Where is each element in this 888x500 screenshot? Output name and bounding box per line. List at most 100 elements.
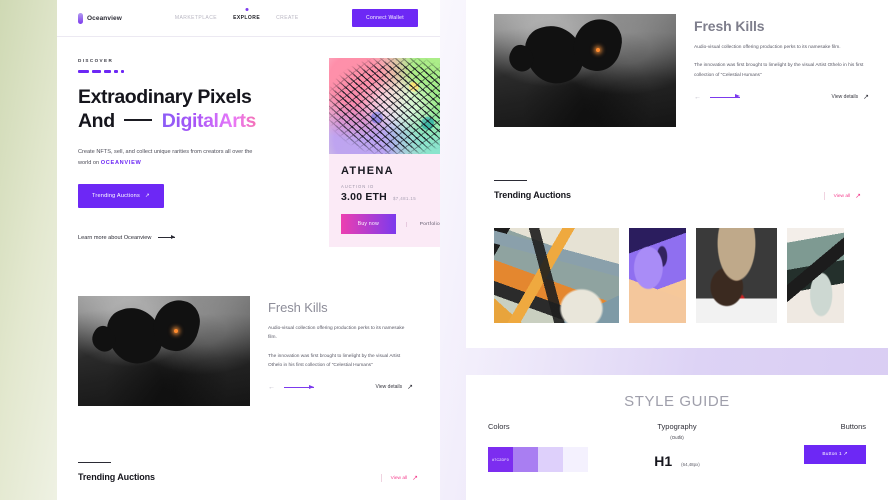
trending-auctions-row: Trending Auctions View all ↗ — [78, 472, 418, 482]
sample-button-1[interactable]: Button 1 ↗ — [804, 445, 866, 464]
view-all-link[interactable]: View all ↗ — [380, 474, 418, 482]
nav-links: Marketplace Explore Create — [175, 8, 299, 21]
feature-paragraph-1: Audio-visual collection offering product… — [268, 326, 405, 341]
headline-line-2a: And — [78, 110, 115, 133]
arrow-left-icon[interactable]: ← — [694, 94, 701, 101]
hero-copy-line-1: Create NFTS, sell, and collect unique ra… — [78, 148, 202, 155]
sample-button-1-label: Button 1 — [822, 452, 842, 457]
button-sample-wrap: Button 1 ↗ — [740, 445, 866, 464]
nft-title: ATHENA — [341, 165, 394, 177]
active-dot-icon — [245, 8, 249, 11]
view-all-link[interactable]: View all ↗ — [823, 192, 861, 200]
arrow-up-right-icon: ↗ — [855, 193, 861, 200]
trending-auctions-title: Trending Auctions — [494, 190, 571, 200]
spark-icon — [595, 47, 600, 52]
view-details-label: View details — [831, 94, 859, 101]
hero-copy: Create NFTS, sell, and collect unique ra… — [78, 147, 258, 170]
headline-line-1: Extraodinary Pixels — [78, 85, 252, 108]
feature-paragraph-2: The innovation was first brought to lime… — [268, 353, 401, 369]
nft-title-row: ATHENA ↗ — [341, 165, 440, 177]
nft-price: 3.00 ETH — [341, 191, 387, 203]
arrow-left-icon[interactable]: ← — [268, 384, 275, 391]
nft-auction-card[interactable]: ATHENA ↗ AUCTION ID 3.00 ETH $7,481.15 B… — [329, 58, 440, 247]
feature-footer: ← View details ↗ — [694, 93, 869, 102]
section-rule — [78, 462, 111, 463]
type-sample-spec: (64,48px) — [681, 462, 700, 467]
trending-auctions-row: Trending Auctions View all ↗ — [494, 190, 861, 200]
nft-card-body: ATHENA ↗ AUCTION ID 3.00 ETH $7,481.15 B… — [329, 154, 440, 247]
nft-price-usd: $7,481.15 — [392, 196, 417, 201]
trending-auctions-button[interactable]: Trending Auctions ↗ — [78, 183, 164, 208]
color-swatch — [513, 447, 538, 472]
section-rule — [494, 180, 527, 181]
right-artboard: Fresh Kills Audio-visual collection offe… — [466, 0, 888, 348]
headline-rule — [123, 118, 152, 122]
nav-item-explore[interactable]: Explore — [233, 8, 261, 21]
view-details-label: View details — [375, 384, 403, 391]
arrow-up-right-icon: ↗ — [843, 452, 848, 457]
feature-image — [494, 14, 676, 127]
logo-mark-icon — [78, 12, 83, 24]
arrow-up-right-icon: ↗ — [144, 192, 150, 199]
brand-name: Oceanview — [87, 14, 122, 22]
view-details-link[interactable]: View details ↗ — [832, 93, 869, 101]
style-guide-buttons-column: Buttons Button 1 ↗ — [740, 422, 866, 472]
nav-item-explore-label: Explore — [233, 15, 261, 21]
arrow-up-right-icon: ↗ — [407, 384, 413, 392]
feature-footer: ← View details ↗ — [268, 383, 413, 392]
feature-paragraph-2: The innovation was first brought to lime… — [694, 63, 864, 78]
nft-price-row: 3.00 ETH $7,481.15 — [341, 191, 440, 203]
color-swatches: #7C2DF0 — [488, 447, 614, 472]
style-guide-typography-column: Typography (Outfit) H1 (64,48px) — [614, 422, 740, 472]
type-sample-h1: H1 — [654, 453, 673, 469]
headline-line-2b: DigitalArts — [161, 110, 257, 133]
portfolio-button[interactable]: Portfolio — [405, 221, 440, 227]
auction-card-purple-portrait[interactable] — [629, 228, 686, 323]
nft-artwork-image — [329, 58, 440, 154]
arrow-right-icon — [158, 235, 176, 240]
feature-paragraph-1: Audio-visual collection offering product… — [694, 45, 841, 50]
style-guide-artboard: STYLE GUIDE Colors #7C2DF0 Typography (O… — [466, 375, 888, 500]
arrow-up-right-icon: ↗ — [863, 94, 869, 102]
typography-sample-row: H1 (64,48px) — [614, 453, 740, 469]
view-details-link[interactable]: View details ↗ — [376, 383, 413, 391]
auction-card-hat-portrait[interactable] — [696, 228, 777, 323]
feature-section: Fresh Kills Audio-visual collection offe… — [494, 14, 869, 127]
trending-auction-cards — [494, 228, 844, 323]
connect-wallet-button[interactable]: Connect Wallet — [352, 9, 418, 27]
nav-item-create[interactable]: Create — [276, 15, 299, 21]
hero-copy-brand: OCEANVIEW — [100, 160, 142, 167]
brand-logo[interactable]: Oceanview — [78, 12, 122, 24]
trending-auctions-header: Trending Auctions View all ↗ — [78, 462, 418, 482]
auction-card-muted-landscape[interactable] — [787, 228, 844, 323]
view-all-label: View all — [833, 193, 851, 199]
trending-auctions-title: Trending Auctions — [78, 472, 155, 482]
arrow-up-right-icon: ↗ — [412, 475, 418, 482]
feature-image — [78, 296, 250, 406]
style-guide-columns: Colors #7C2DF0 Typography (Outfit) H1 (6… — [466, 422, 888, 472]
style-guide-title: STYLE GUIDE — [624, 393, 730, 410]
arrow-right-icon[interactable] — [284, 384, 314, 389]
feature-text: Fresh Kills Audio-visual collection offe… — [694, 14, 869, 127]
feature-title: Fresh Kills — [268, 300, 328, 315]
navbar: Oceanview Marketplace Explore Create Con… — [57, 0, 440, 37]
learn-more-label: Learn more about Oceanview — [78, 234, 152, 241]
trending-auctions-header: Trending Auctions View all ↗ — [494, 180, 861, 200]
arrow-right-icon[interactable] — [710, 94, 740, 99]
feature-title: Fresh Kills — [694, 18, 765, 34]
auction-card-abstract-collage[interactable] — [494, 228, 619, 323]
typography-heading: Typography — [657, 422, 697, 431]
feature-text: Fresh Kills Audio-visual collection offe… — [268, 296, 413, 406]
color-swatch — [563, 447, 588, 472]
style-guide-colors-column: Colors #7C2DF0 — [488, 422, 614, 472]
trending-auctions-button-label: Trending Auctions — [92, 192, 140, 199]
feature-section: Fresh Kills Audio-visual collection offe… — [78, 296, 413, 406]
buy-now-button[interactable]: Buy now — [341, 214, 396, 234]
nft-card-actions: Buy now Portfolio — [341, 214, 440, 234]
buttons-heading: Buttons — [840, 422, 866, 431]
color-swatch — [538, 447, 563, 472]
color-swatch: #7C2DF0 — [488, 447, 513, 472]
typography-font-name: (Outfit) — [670, 435, 684, 440]
nft-subtitle: AUCTION ID — [341, 184, 375, 189]
nav-item-marketplace[interactable]: Marketplace — [175, 15, 217, 21]
